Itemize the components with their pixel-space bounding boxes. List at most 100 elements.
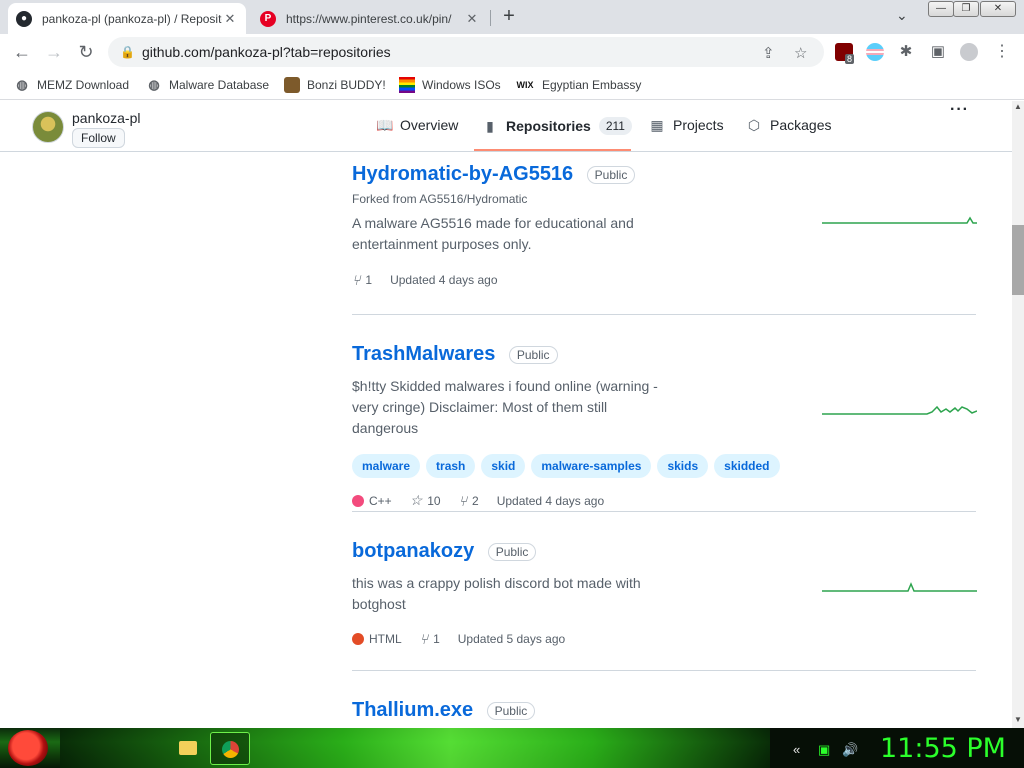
tab-search-chevron-icon[interactable]: ⌄	[896, 7, 908, 24]
tab-label: Projects	[673, 117, 724, 133]
start-button-angry-bird-icon[interactable]	[8, 730, 48, 766]
bookmark-star-icon[interactable]: ☆	[794, 44, 807, 62]
language: HTML	[352, 632, 402, 646]
visibility-badge: Public	[586, 165, 636, 184]
topic-list: malware trash skid malware-samples skids…	[352, 454, 976, 478]
fork-count[interactable]: ⑂ 2	[459, 493, 479, 509]
trans-flag-extension-icon[interactable]	[866, 43, 884, 61]
bookmark-egyptian-embassy[interactable]: WIX Egyptian Embassy	[515, 76, 642, 94]
tab-packages[interactable]: ⬡ Packages	[746, 117, 832, 133]
bookmark-malware-database[interactable]: ◍ Malware Database	[146, 76, 269, 94]
restore-button[interactable]: ❐	[953, 1, 979, 17]
topic-tag[interactable]: skids	[657, 454, 709, 478]
forked-from-text[interactable]: Forked from AG5516/Hydromatic	[352, 192, 976, 206]
extensions-puzzle-icon[interactable]: ✱	[896, 42, 916, 62]
tab-title: pankoza-pl (pankoza-pl) / Repositories	[42, 11, 222, 26]
forward-arrow-icon[interactable]: →	[44, 42, 64, 62]
repo-list-item: Thallium.exe Public	[352, 699, 976, 722]
lock-icon[interactable]: 🔒	[120, 45, 135, 59]
scroll-down-arrow-icon[interactable]: ▼	[1012, 714, 1024, 726]
bookmarks-bar: ◍ MEMZ Download ◍ Malware Database Bonzi…	[0, 70, 1024, 100]
more-options-icon[interactable]: ···	[950, 101, 969, 119]
repo-description: this was a crappy polish discord bot mad…	[352, 575, 641, 612]
url-text[interactable]: github.com/pankoza-pl?tab=repositories	[142, 44, 391, 60]
language-color-dot	[352, 494, 364, 507]
page-scrollbar[interactable]	[1012, 101, 1024, 728]
network-icon[interactable]: ▣	[818, 742, 830, 758]
repo-divider	[352, 314, 976, 315]
close-window-button[interactable]: ✕	[980, 1, 1016, 17]
bookmark-windows-isos[interactable]: Windows ISOs	[399, 76, 501, 94]
tab-repositories[interactable]: ▮ Repositories 211	[482, 117, 632, 135]
repo-name-link[interactable]: TrashMalwares	[352, 343, 495, 366]
topic-tag[interactable]: malware	[352, 454, 421, 478]
bookmark-label: Malware Database	[169, 78, 270, 92]
repo-count-badge: 211	[598, 117, 632, 135]
scroll-up-arrow-icon[interactable]: ▲	[1012, 101, 1024, 113]
language: C++	[352, 494, 392, 508]
repo-name-link[interactable]: Thallium.exe	[352, 699, 473, 722]
repo-name-link[interactable]: botpanakozy	[352, 540, 474, 563]
topic-tag[interactable]: skidded	[714, 454, 780, 478]
show-hidden-icons-icon[interactable]: «	[793, 742, 800, 757]
profile-sticky-header: pankoza-pl Follow 📖 Overview ▮ Repositor…	[0, 101, 1012, 152]
profile-avatar-icon[interactable]	[960, 43, 978, 61]
back-arrow-icon[interactable]: ←	[12, 42, 32, 62]
tab-label: Overview	[400, 117, 459, 133]
taskbar-clock[interactable]: 11:55 PM	[880, 733, 1006, 764]
table-icon: ▦	[650, 117, 664, 133]
address-bar[interactable]: 🔒 github.com/pankoza-pl?tab=repositories…	[108, 37, 824, 67]
extension-badge: 8	[845, 54, 855, 64]
tab-projects[interactable]: ▦ Projects	[649, 117, 724, 133]
follow-button[interactable]: Follow	[72, 128, 125, 148]
topic-tag[interactable]: malware-samples	[531, 454, 652, 478]
rainbow-flag-icon	[399, 77, 415, 93]
fork-count[interactable]: ⑂ 1	[420, 631, 440, 647]
tab-label: Packages	[770, 117, 832, 133]
repo-description: $h!tty Skidded malwares i found online (…	[352, 378, 658, 436]
chrome-icon	[222, 741, 239, 758]
visibility-badge: Public	[487, 542, 537, 561]
updated-text: Updated 5 days ago	[457, 632, 566, 646]
chrome-taskbar-icon[interactable]	[210, 732, 250, 765]
minimize-button[interactable]: —	[928, 1, 954, 17]
new-tab-button[interactable]: +	[497, 5, 521, 29]
volume-icon[interactable]: 🔊	[842, 742, 858, 758]
bookmark-label: Bonzi BUDDY!	[307, 78, 386, 92]
tab-overview[interactable]: 📖 Overview	[376, 117, 458, 133]
side-panel-icon[interactable]: ▣	[928, 42, 948, 62]
repo-meta: C++ ☆ 10 ⑂ 2 Updated 4 days ago	[352, 492, 976, 509]
fork-count[interactable]: ⑂ 1	[352, 272, 372, 288]
close-tab-icon[interactable]: ✕	[464, 11, 480, 27]
share-icon[interactable]: ⇪	[762, 44, 775, 62]
fork-icon: ⑂	[419, 631, 429, 647]
browser-tab-github[interactable]: ● pankoza-pl (pankoza-pl) / Repositories…	[8, 3, 246, 34]
file-explorer-taskbar-icon[interactable]	[168, 732, 208, 765]
github-favicon-icon: ●	[16, 10, 32, 27]
avatar[interactable]	[32, 111, 64, 143]
browser-tab-pinterest[interactable]: P https://www.pinterest.co.uk/pin/ ✕	[252, 3, 488, 34]
tab-label: Repositories	[506, 118, 591, 134]
bookmark-label: Egyptian Embassy	[542, 78, 642, 92]
bookmark-bonzi[interactable]: Bonzi BUDDY!	[284, 76, 386, 94]
bonzi-icon	[284, 77, 300, 93]
topic-tag[interactable]: trash	[426, 454, 476, 478]
profile-username[interactable]: pankoza-pl	[72, 110, 141, 126]
globe-icon: ◍	[16, 77, 28, 92]
tab-divider	[490, 10, 491, 26]
repo-name-link[interactable]: Hydromatic-by-AG5516	[352, 163, 573, 186]
repo-meta: HTML ⑂ 1 Updated 5 days ago	[352, 631, 976, 647]
activity-sparkline	[822, 582, 977, 592]
close-tab-icon[interactable]: ✕	[222, 11, 238, 27]
bookmark-memz[interactable]: ◍ MEMZ Download	[14, 76, 129, 94]
bookmark-label: Windows ISOs	[422, 78, 501, 92]
tab-strip: ● pankoza-pl (pankoza-pl) / Repositories…	[0, 0, 1024, 34]
star-count[interactable]: ☆ 10	[410, 492, 441, 509]
repo-icon: ▮	[486, 118, 494, 134]
topic-tag[interactable]: skid	[481, 454, 526, 478]
reload-icon[interactable]: ↻	[76, 42, 96, 62]
scrollbar-thumb[interactable]	[1012, 225, 1024, 295]
chrome-menu-icon[interactable]: ⋮	[992, 42, 1012, 62]
bookmark-label: MEMZ Download	[37, 78, 130, 92]
package-icon: ⬡	[747, 117, 761, 133]
